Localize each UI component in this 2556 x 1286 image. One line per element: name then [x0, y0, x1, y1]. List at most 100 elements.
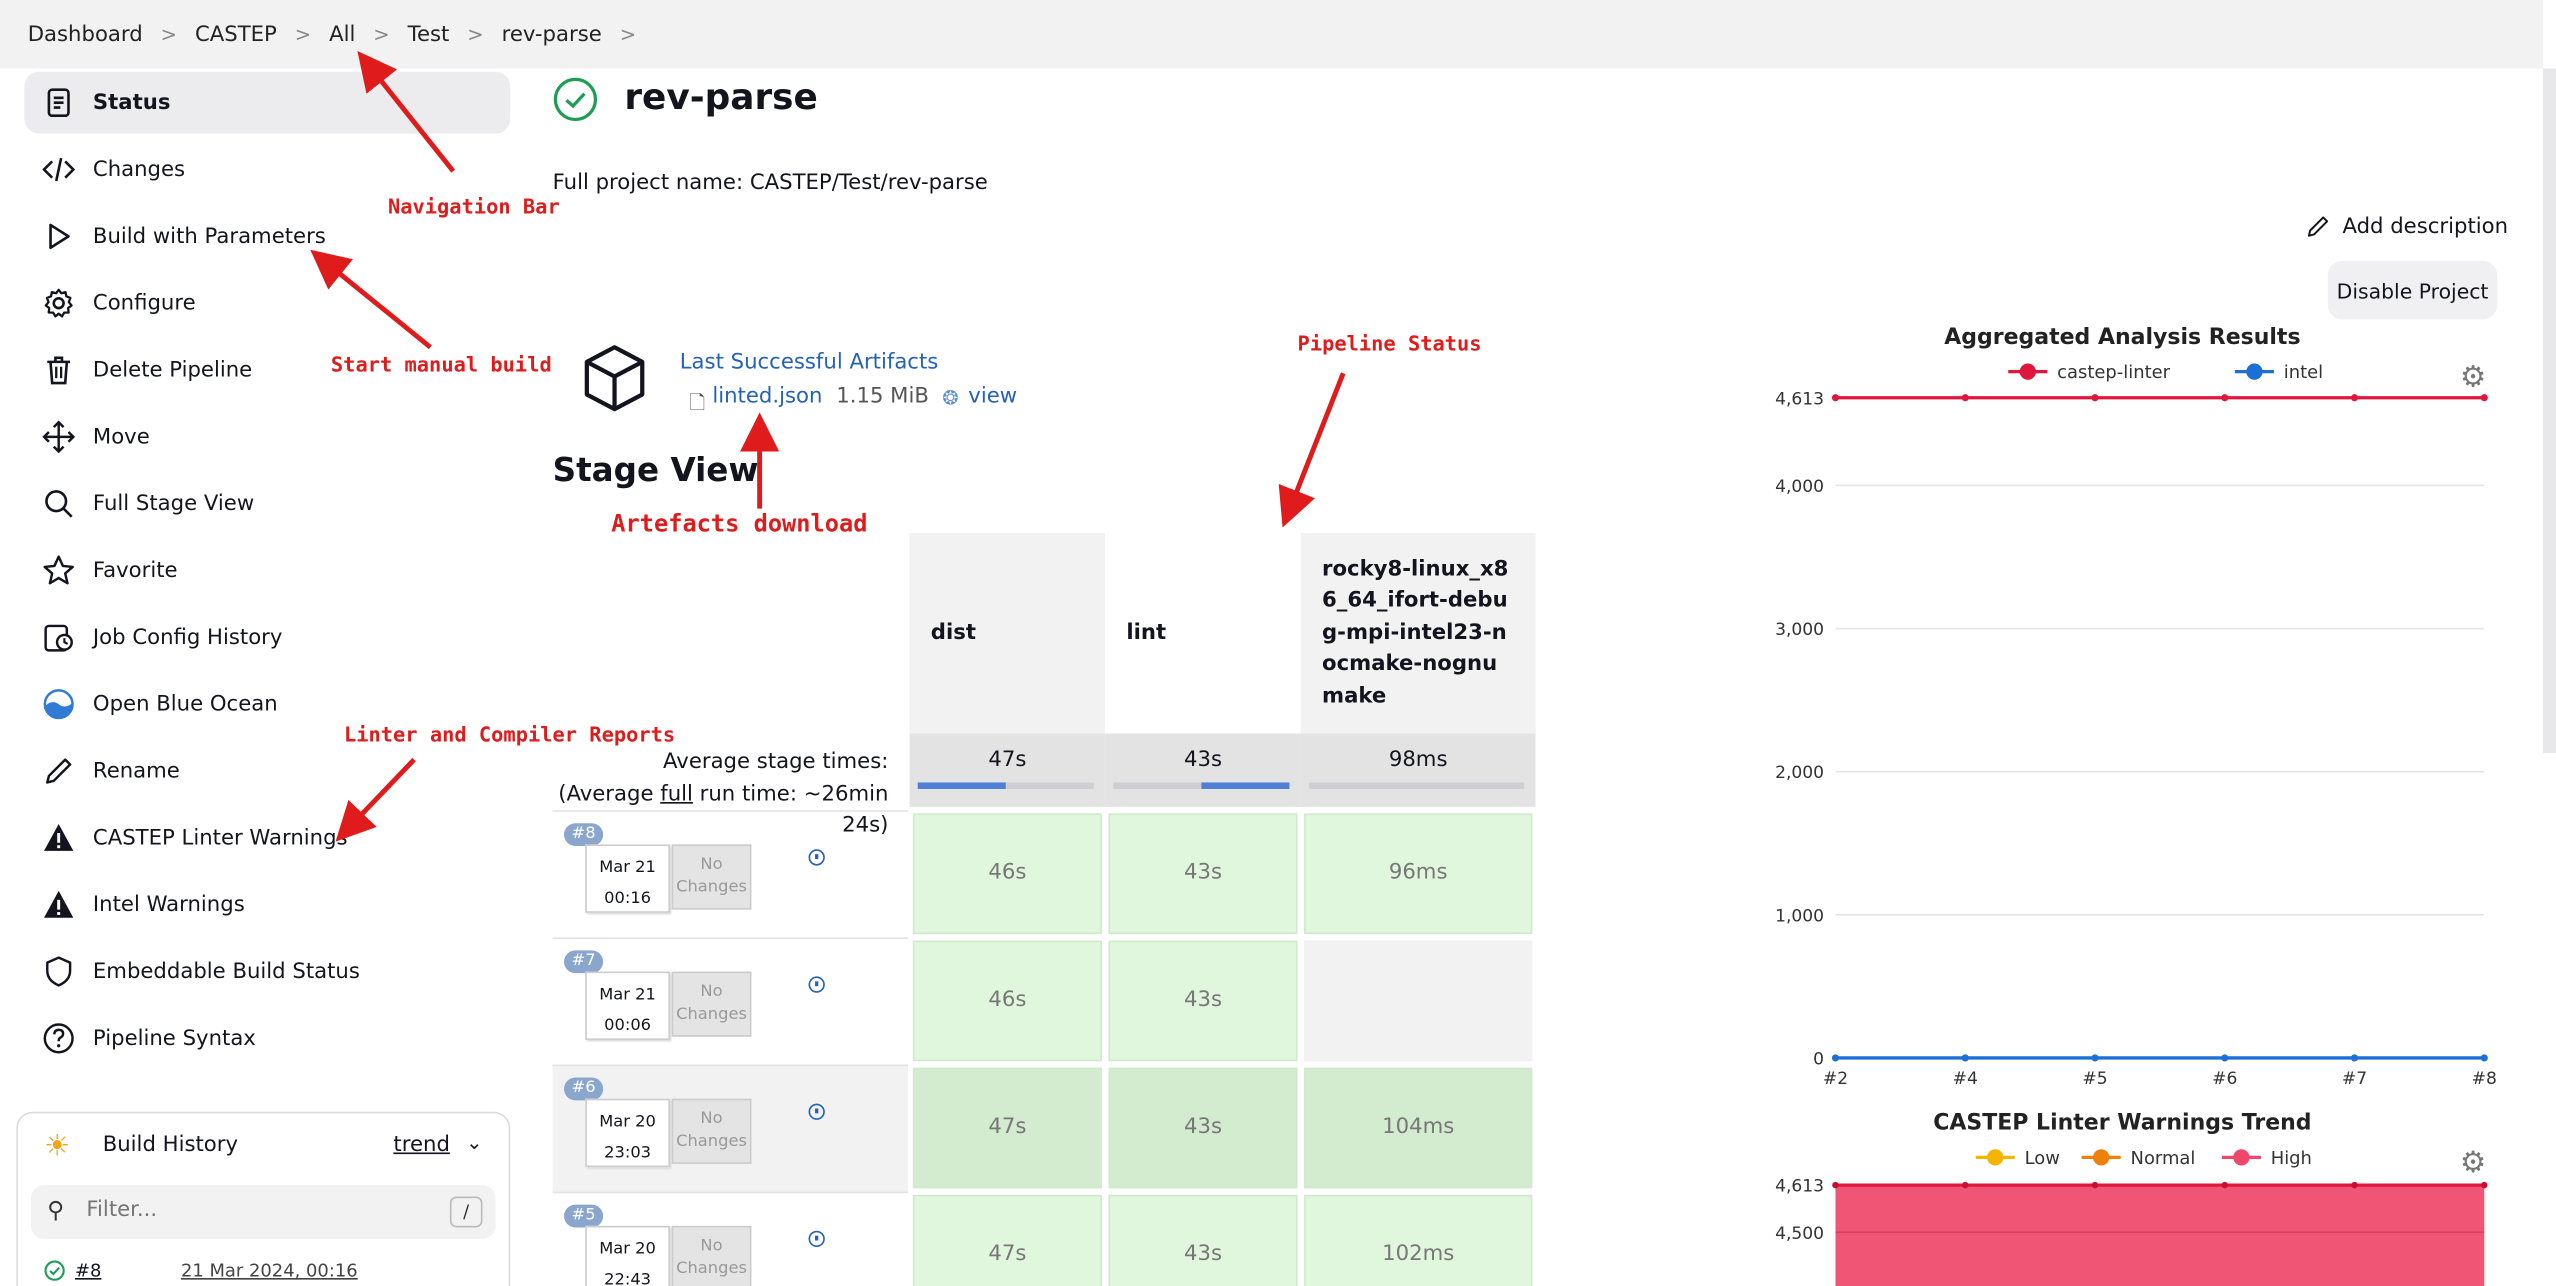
- annotation-linter-reports: Linter and Compiler Reports: [343, 722, 676, 747]
- breadcrumb-all[interactable]: All: [329, 22, 355, 46]
- sidebar-item-job-config-history[interactable]: Job Config History: [24, 606, 510, 668]
- data-point: [2350, 1054, 2359, 1062]
- sidebar-item-label: Full Stage View: [92, 491, 255, 516]
- stage-cell[interactable]: 47s: [912, 1067, 1102, 1189]
- download-log-icon[interactable]: [808, 1103, 825, 1120]
- stage-cell[interactable]: 43s: [1108, 940, 1298, 1062]
- run-badge[interactable]: #5: [564, 1204, 604, 1228]
- sidebar-item-label: Configure: [92, 290, 196, 316]
- sidebar-item-full-stage-view[interactable]: Full Stage View: [24, 473, 510, 535]
- breadcrumb: Dashboard > CASTEP > All > Test > rev-parse >: [0, 0, 2543, 69]
- keyboard-shortcut-hint: /: [449, 1196, 483, 1228]
- download-log-icon[interactable]: [808, 1230, 825, 1248]
- package-icon: [584, 345, 645, 412]
- sidebar-item-label: Move: [92, 424, 150, 450]
- chevron-right-icon[interactable]: >: [620, 23, 636, 46]
- sidebar-item-status[interactable]: Status: [24, 71, 511, 134]
- data-point: [2221, 1181, 2229, 1189]
- legend-label: castep-linter: [2057, 362, 2170, 383]
- stage-cell[interactable]: 43s: [1108, 813, 1298, 935]
- artifact-file-link[interactable]: linted.json: [712, 385, 822, 409]
- aggregated-analysis-chart: Aggregated Analysis Results castep-linter…: [1775, 325, 2497, 1089]
- sidebar-item-label: Intel Warnings: [92, 892, 245, 917]
- stage-cell[interactable]: 46s: [912, 813, 1102, 935]
- sidebar-item-label: Delete Pipeline: [92, 357, 253, 383]
- sidebar-item-favorite[interactable]: Favorite: [24, 540, 510, 602]
- stage-cell[interactable]: 46s: [912, 940, 1102, 1062]
- run-badge[interactable]: #6: [564, 1077, 604, 1101]
- breadcrumb-test[interactable]: Test: [408, 22, 450, 46]
- breadcrumb-castep[interactable]: CASTEP: [195, 22, 277, 46]
- last-successful-artifacts-link[interactable]: Last Successful Artifacts: [680, 350, 939, 374]
- sidebar-item-label: Rename: [92, 758, 180, 784]
- stage-cell[interactable]: 43s: [1108, 1194, 1298, 1286]
- full-project-name: Full project name: CASTEP/Test/rev-parse: [552, 171, 988, 196]
- y-tick-label: 4,613: [1775, 1177, 1824, 1197]
- run-badge[interactable]: #7: [564, 950, 604, 974]
- sidebar-item-changes[interactable]: Changes: [24, 139, 510, 201]
- stage-cell[interactable]: 47s: [912, 1194, 1102, 1286]
- artifact-view-link[interactable]: view: [968, 385, 1017, 409]
- add-description-button[interactable]: Add description: [2305, 214, 2508, 240]
- sidebar-item-rename[interactable]: Rename: [24, 740, 510, 802]
- sidebar-item-move[interactable]: Move: [24, 406, 510, 468]
- avg-label-line: Average stage times:: [663, 749, 889, 775]
- data-point: [1831, 394, 1840, 402]
- data-point: [1832, 1181, 1839, 1189]
- download-log-icon[interactable]: [808, 849, 825, 866]
- warning-icon: [41, 887, 77, 923]
- search-icon: ⚲: [47, 1198, 65, 1225]
- stage-cell[interactable]: 104ms: [1304, 1067, 1533, 1189]
- sidebar-item-intel-warnings[interactable]: Intel Warnings: [24, 874, 510, 936]
- stage-cell[interactable]: 102ms: [1304, 1194, 1533, 1286]
- y-tick-label: 4,500: [1775, 1224, 1824, 1244]
- chevron-down-icon[interactable]: ⌄: [466, 1131, 482, 1154]
- sidebar-item-configure[interactable]: Configure: [24, 272, 510, 334]
- data-point: [2091, 1181, 2099, 1189]
- breadcrumb-dashboard[interactable]: Dashboard: [28, 22, 143, 46]
- stage-average-value: 98ms: [1388, 748, 1448, 773]
- trend-link[interactable]: trend: [393, 1133, 449, 1157]
- chart-settings-gear-icon[interactable]: ⚙: [2460, 360, 2486, 394]
- sidebar-item-pipeline-syntax[interactable]: Pipeline Syntax: [24, 1007, 510, 1069]
- data-point: [1961, 1181, 1969, 1189]
- page-scrollbar[interactable]: [2542, 68, 2556, 754]
- add-description-label: Add description: [2342, 214, 2509, 239]
- page-title: rev-parse: [624, 78, 818, 119]
- legend-swatch-dot: [2233, 1149, 2250, 1166]
- build-number-link[interactable]: #8: [75, 1260, 101, 1281]
- sidebar-item-label: Pipeline Syntax: [92, 1026, 256, 1051]
- file-icon: 🗋: [689, 391, 706, 415]
- build-history-row[interactable]: #8 21 Mar 2024, 00:16: [44, 1260, 358, 1281]
- build-filter-input[interactable]: [86, 1198, 429, 1223]
- sidebar-item-label: Build with Parameters: [92, 224, 326, 249]
- annotation-start-build: Start manual build: [330, 352, 552, 377]
- stage-cell[interactable]: 96ms: [1304, 813, 1533, 935]
- build-history-title: Build History: [102, 1132, 239, 1158]
- run-changes[interactable]: No Changes: [671, 971, 752, 1037]
- stage-header-lint: lint: [1105, 533, 1301, 734]
- run-badge[interactable]: #8: [564, 823, 604, 847]
- sidebar-item-castep-linter-warnings[interactable]: CASTEP Linter Warnings: [24, 807, 510, 869]
- data-point: [1961, 1054, 1969, 1062]
- sidebar-item-embeddable-build-status[interactable]: Embeddable Build Status: [24, 941, 510, 1003]
- build-date-link[interactable]: 21 Mar 2024, 00:16: [181, 1260, 393, 1281]
- build-filter-box[interactable]: ⚲ /: [30, 1185, 496, 1239]
- data-point: [2351, 1181, 2358, 1189]
- breadcrumb-rev-parse[interactable]: rev-parse: [502, 22, 602, 46]
- castep-linter-trend-chart: CASTEP Linter Warnings Trend Low Normal Hig…: [1775, 1111, 2488, 1286]
- arrow-pipeline-status: [1278, 372, 1346, 528]
- run-changes[interactable]: No Changes: [671, 1225, 752, 1286]
- stage-cell[interactable]: 43s: [1108, 1067, 1298, 1189]
- pencil-icon: [41, 753, 77, 789]
- series-area-High: [1835, 1185, 2485, 1286]
- run-changes[interactable]: No Changes: [671, 844, 752, 910]
- download-log-icon[interactable]: [808, 976, 825, 993]
- warning-icon: [41, 820, 77, 856]
- x-tick-label: #5: [2082, 1069, 2107, 1089]
- stage-average-bar-fill: [917, 782, 1006, 789]
- chart-settings-gear-icon[interactable]: ⚙: [2460, 1146, 2486, 1180]
- run-date-time: 00:06: [604, 1017, 652, 1036]
- run-changes[interactable]: No Changes: [671, 1098, 752, 1164]
- stage-average-value: 47s: [988, 748, 1027, 773]
